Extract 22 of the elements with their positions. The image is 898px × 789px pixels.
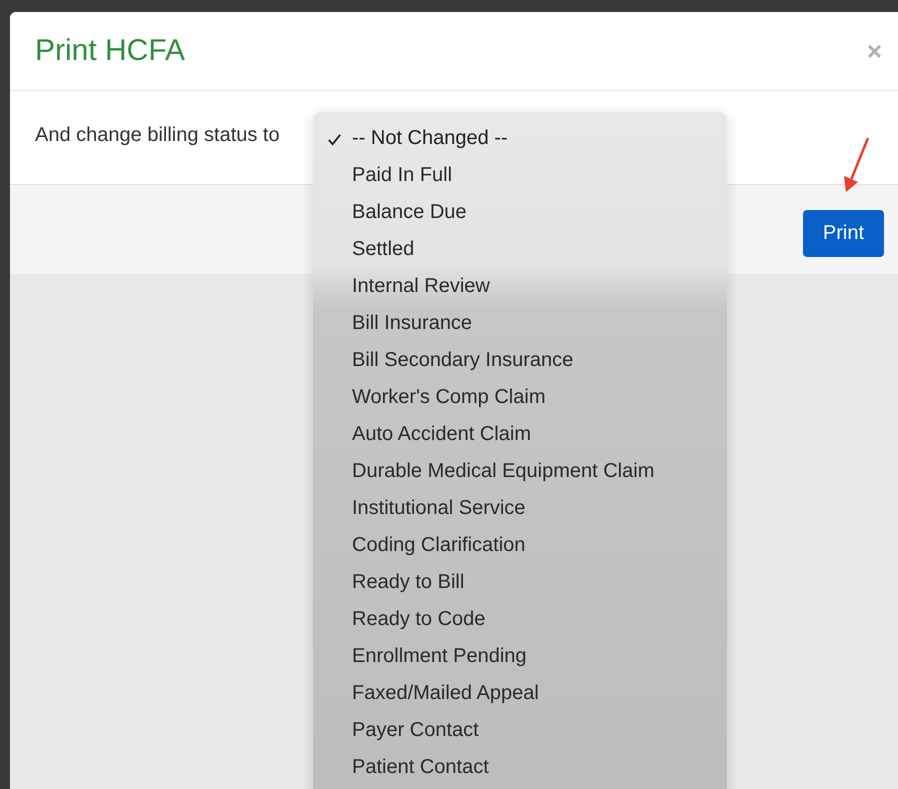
menu-option[interactable]: Worker's Comp Claim: [313, 379, 727, 416]
menu-option[interactable]: Settled: [313, 231, 727, 268]
field-label: And change billing status to: [35, 124, 280, 147]
menu-option[interactable]: Faxed/Mailed Appeal: [313, 675, 727, 712]
menu-option[interactable]: Internal Review: [313, 268, 727, 305]
menu-option[interactable]: Patient Contact: [313, 749, 727, 786]
check-icon: [327, 132, 342, 147]
menu-option[interactable]: Coding Clarification: [313, 527, 727, 564]
menu-option[interactable]: Paid In Full: [313, 157, 727, 194]
menu-option[interactable]: Bill Secondary Insurance: [313, 342, 727, 379]
menu-option[interactable]: Payer Contact: [313, 712, 727, 749]
menu-option[interactable]: Durable Medical Equipment Claim: [313, 453, 727, 490]
menu-option[interactable]: Ready to Code: [313, 601, 727, 638]
menu-option[interactable]: -- Not Changed --: [313, 120, 727, 157]
menu-option[interactable]: Institutional Service: [313, 490, 727, 527]
print-button[interactable]: Print: [802, 210, 884, 256]
menu-option[interactable]: Bill Insurance: [313, 305, 727, 342]
menu-option[interactable]: Balance Due: [313, 194, 727, 231]
menu-option[interactable]: Auto Accident Claim: [313, 416, 727, 453]
menu-option[interactable]: Enrollment Pending: [313, 638, 727, 675]
dialog-title: Print HCFA: [35, 34, 186, 68]
menu-option[interactable]: Ready to Bill: [313, 564, 727, 601]
